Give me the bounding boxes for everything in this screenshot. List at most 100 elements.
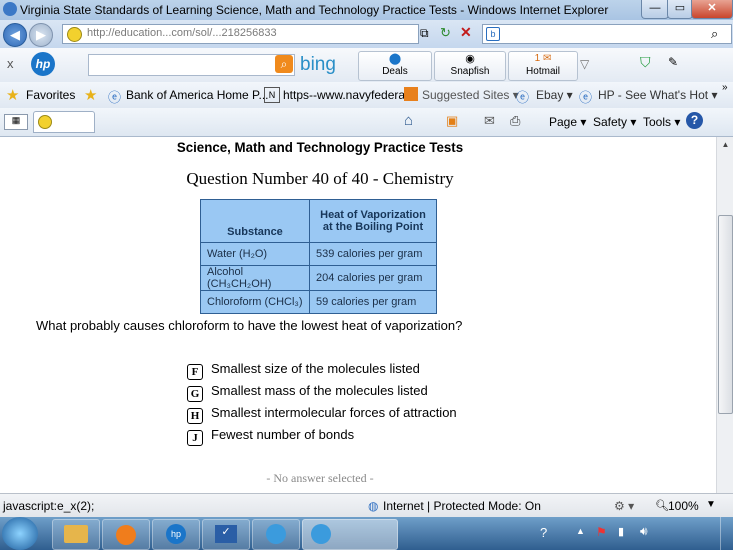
table-cell: Alcohol (CH₃CH₂OH)	[200, 265, 310, 291]
taskbar-explorer[interactable]	[52, 519, 100, 550]
address-url: http://education...com/sol/...218256833	[87, 27, 277, 39]
safety-menu[interactable]: Safety ▾	[593, 115, 636, 129]
hp-search-input[interactable]	[88, 54, 295, 76]
snapfish-button[interactable]: ◉ Snapfish	[434, 51, 506, 81]
zoom-level[interactable]: 100%	[668, 499, 699, 513]
table-cell: 204 calories per gram	[309, 265, 437, 291]
deals-button[interactable]: ⬤ Deals	[358, 51, 432, 81]
scrollbar-thumb[interactable]	[718, 215, 733, 414]
option-text[interactable]: Fewest number of bonds	[211, 427, 354, 442]
deals-label: Deals	[382, 66, 408, 77]
option-text[interactable]: Smallest intermolecular forces of attrac…	[211, 405, 457, 420]
zoom-dropdown-icon[interactable]: ▼	[706, 499, 716, 510]
maximize-button[interactable]: ▭	[667, 0, 693, 19]
protected-mode-icon[interactable]: ⚙ ▾	[614, 499, 634, 513]
settings-wrench-icon[interactable]: ✎	[668, 55, 678, 69]
minimize-button[interactable]: —	[641, 0, 669, 19]
site-favicon-icon	[67, 27, 82, 42]
taskbar-hp[interactable]: hp	[152, 519, 200, 550]
address-bar[interactable]: http://education...com/sol/...218256833	[62, 24, 419, 44]
browser-tab[interactable]	[33, 111, 95, 133]
favorites-button[interactable]: Favorites	[26, 88, 75, 102]
security-shield-icon[interactable]: ⛉	[640, 54, 651, 71]
option-letter[interactable]: J	[187, 430, 203, 446]
stop-icon[interactable]: ✕	[460, 24, 472, 41]
table-header-heat: Heat of Vaporization at the Boiling Poin…	[309, 199, 437, 243]
scroll-up-arrow-icon[interactable]: ▲	[717, 140, 733, 149]
table-cell: Chloroform (CHCl₃)	[200, 290, 310, 314]
start-button[interactable]	[2, 517, 38, 550]
toolbar-options-chevron-icon[interactable]: ▽	[580, 57, 589, 71]
taskbar-hp-support[interactable]: ✓	[202, 519, 250, 550]
back-button[interactable]: ◀	[3, 23, 27, 47]
tray-network-icon[interactable]: ▮	[618, 525, 624, 538]
option-text[interactable]: Smallest mass of the molecules listed	[211, 383, 428, 398]
table-header-row: Substance Heat of Vaporization at the Bo…	[200, 199, 437, 243]
search-input[interactable]: b ⌕	[482, 24, 732, 44]
favorite-suggested-sites[interactable]: Suggested Sites ▾	[422, 88, 519, 102]
tab-favicon-icon	[38, 115, 52, 129]
rss-feed-icon[interactable]: ▣	[446, 113, 458, 129]
tray-flag-icon[interactable]: ⚑	[596, 525, 607, 539]
tray-volume-icon[interactable]: 🔊︎	[640, 524, 648, 539]
taskbar-media-player[interactable]	[102, 519, 150, 550]
hotmail-button[interactable]: 1 ✉ Hotmail	[508, 51, 578, 81]
search-go-icon[interactable]: ⌕	[275, 55, 293, 73]
tray-clock[interactable]	[664, 521, 716, 547]
home-icon[interactable]: ⌂	[404, 112, 413, 129]
answer-option-h[interactable]: H Smallest intermolecular forces of attra…	[187, 405, 457, 424]
question-text: What probably causes chloroform to have …	[36, 318, 463, 333]
compatibility-icon[interactable]: ⧉	[420, 26, 429, 41]
option-letter[interactable]: F	[187, 364, 203, 380]
favorite-navyfederal[interactable]: https--www.navyfederal	[283, 88, 408, 102]
show-desktop-button[interactable]	[720, 517, 733, 550]
tray-help-icon[interactable]: ?	[540, 525, 547, 540]
favorites-bar: ★ Favorites ★ ⓔ Bank of America Home P..…	[0, 82, 733, 109]
answer-option-f[interactable]: F Smallest size of the molecules listed	[187, 361, 420, 380]
security-zone-text[interactable]: Internet | Protected Mode: On	[383, 499, 541, 513]
taskbar-ie-active[interactable]	[302, 519, 398, 550]
option-letter[interactable]: G	[187, 386, 203, 402]
table-row: Chloroform (CHCl₃) 59 calories per gram	[200, 290, 437, 314]
option-letter[interactable]: H	[187, 408, 203, 424]
hp-toolbar: x hp ⌕ bing ⬤ Deals ◉ Snapfish 1 ✉ Hotma…	[0, 48, 733, 83]
suggested-sites-icon	[404, 87, 418, 101]
snapfish-label: Snapfish	[450, 66, 490, 77]
favorites-star-icon: ★	[6, 87, 20, 104]
taskbar: hp ✓ ? ▲ ⚑ ▮ 🔊︎	[0, 517, 733, 550]
folder-icon	[64, 525, 88, 543]
option-text[interactable]: Smallest size of the molecules listed	[211, 361, 420, 376]
title-bar: Virginia State Standards of Learning Sci…	[0, 0, 733, 20]
hp-ie-icon: ⓔ	[579, 90, 593, 105]
hp-logo-icon: hp	[31, 52, 55, 76]
read-mail-icon[interactable]: ✉	[484, 113, 495, 129]
add-favorite-icon[interactable]: ★	[84, 86, 97, 104]
hotmail-label: Hotmail	[526, 66, 560, 77]
answer-option-g[interactable]: G Smallest mass of the molecules listed	[187, 383, 428, 402]
navigation-bar: ◀ ▶ http://education...com/sol/...218256…	[0, 20, 733, 48]
deals-icon: ⬤	[388, 53, 402, 65]
tools-menu[interactable]: Tools ▾	[643, 115, 680, 129]
taskbar-ie-1[interactable]	[252, 519, 300, 550]
table-cell: Water (H₂O)	[200, 242, 310, 266]
forward-button[interactable]: ▶	[29, 23, 53, 47]
hotmail-icon: 1 ✉	[534, 53, 552, 64]
status-link-text: javascript:e_x(2);	[3, 499, 95, 513]
bing-logo[interactable]: bing	[300, 54, 336, 76]
toolbar-close-icon[interactable]: x	[7, 56, 14, 71]
search-magnifier-icon[interactable]: ⌕	[711, 26, 718, 42]
answer-option-j[interactable]: J Fewest number of bonds	[187, 427, 354, 446]
favorite-ebay[interactable]: Ebay ▾	[536, 88, 573, 102]
table-header-substance: Substance	[200, 199, 310, 243]
quick-tabs-icon[interactable]: ▦	[4, 114, 28, 130]
help-icon[interactable]: ?	[686, 112, 703, 129]
tray-expand-icon[interactable]: ▲	[576, 526, 585, 536]
page-menu[interactable]: Page ▾	[549, 115, 586, 129]
favorite-bank-of-america[interactable]: Bank of America Home P...	[126, 88, 269, 102]
favorites-overflow-icon[interactable]: »	[722, 82, 728, 93]
print-icon[interactable]: ⎙	[510, 113, 520, 129]
page-content: Science, Math and Technology Practice Te…	[0, 137, 716, 493]
refresh-icon[interactable]: ↻	[440, 25, 451, 41]
close-button[interactable]: ✕	[691, 0, 733, 19]
favorite-hp-whats-hot[interactable]: HP - See What's Hot ▾	[598, 88, 717, 102]
